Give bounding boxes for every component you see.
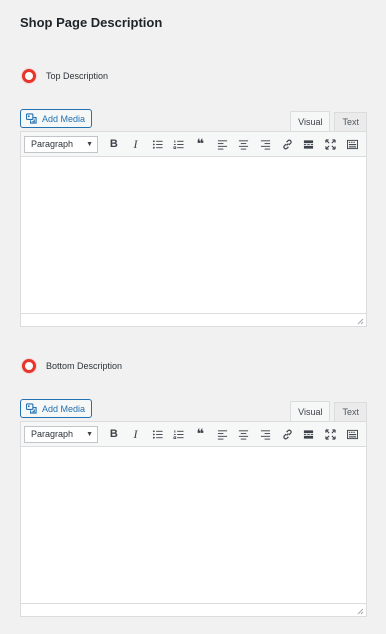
editor-tabs: Visual Text bbox=[290, 111, 367, 131]
page-title: Shop Page Description bbox=[20, 15, 163, 30]
editor-header: Add Media Visual Text bbox=[20, 109, 367, 131]
link-icon[interactable] bbox=[276, 424, 298, 444]
add-media-label: Add Media bbox=[42, 113, 86, 124]
bold-icon[interactable]: B bbox=[103, 424, 125, 444]
bottom-description-section: Bottom Description Add Media Visual Text… bbox=[20, 356, 367, 617]
top-description-toggle-row: Top Description bbox=[20, 66, 367, 86]
numbered-list-icon[interactable] bbox=[168, 134, 190, 154]
italic-icon[interactable]: I bbox=[125, 134, 147, 154]
align-left-icon[interactable] bbox=[211, 134, 233, 154]
tab-text[interactable]: Text bbox=[334, 112, 367, 131]
bullet-list-icon[interactable] bbox=[146, 424, 168, 444]
read-more-icon[interactable] bbox=[298, 424, 320, 444]
align-left-icon[interactable] bbox=[211, 424, 233, 444]
tab-text[interactable]: Text bbox=[334, 402, 367, 421]
align-center-icon[interactable] bbox=[233, 134, 255, 154]
toolbar-toggle-icon[interactable] bbox=[341, 424, 363, 444]
format-select[interactable]: Paragraph ▼ bbox=[24, 425, 99, 443]
read-more-icon[interactable] bbox=[298, 134, 320, 154]
align-right-icon[interactable] bbox=[255, 424, 277, 444]
bullet-list-icon[interactable] bbox=[146, 134, 168, 154]
top-description-section: Top Description Add Media Visual Text Pa… bbox=[20, 66, 367, 327]
italic-icon[interactable]: I bbox=[125, 424, 147, 444]
toolbar-toggle-icon[interactable] bbox=[341, 134, 363, 154]
rich-text-editor: Paragraph ▼ B I ❝ bbox=[20, 421, 367, 617]
top-description-toggle[interactable] bbox=[22, 69, 36, 83]
chevron-down-icon: ▼ bbox=[86, 430, 94, 438]
bold-icon[interactable]: B bbox=[103, 134, 125, 154]
blockquote-icon[interactable]: ❝ bbox=[190, 424, 212, 444]
top-description-label: Top Description bbox=[46, 71, 109, 81]
link-icon[interactable] bbox=[276, 134, 298, 154]
editor-content-area[interactable] bbox=[21, 447, 366, 603]
editor-tabs: Visual Text bbox=[290, 401, 367, 421]
add-media-label: Add Media bbox=[42, 403, 86, 414]
format-select-value: Paragraph bbox=[31, 429, 74, 439]
tab-visual[interactable]: Visual bbox=[290, 111, 331, 131]
format-select-value: Paragraph bbox=[31, 139, 74, 149]
numbered-list-icon[interactable] bbox=[168, 424, 190, 444]
tab-visual[interactable]: Visual bbox=[290, 401, 331, 421]
fullscreen-icon[interactable] bbox=[320, 424, 342, 444]
media-icon bbox=[26, 403, 37, 414]
align-right-icon[interactable] bbox=[255, 134, 277, 154]
add-media-button[interactable]: Add Media bbox=[20, 109, 93, 128]
editor-toolbar: Paragraph ▼ B I ❝ bbox=[21, 422, 366, 447]
chevron-down-icon: ▼ bbox=[86, 140, 94, 148]
editor-toolbar: Paragraph ▼ B I ❝ bbox=[21, 132, 366, 157]
bottom-description-toggle[interactable] bbox=[22, 359, 36, 373]
resize-handle-icon[interactable] bbox=[357, 608, 364, 615]
bottom-description-label: Bottom Description bbox=[46, 361, 123, 371]
media-icon bbox=[26, 113, 37, 124]
format-select[interactable]: Paragraph ▼ bbox=[24, 135, 99, 153]
fullscreen-icon[interactable] bbox=[320, 134, 342, 154]
rich-text-editor: Paragraph ▼ B I ❝ bbox=[20, 131, 367, 327]
editor-header: Add Media Visual Text bbox=[20, 399, 367, 421]
add-media-button[interactable]: Add Media bbox=[20, 399, 93, 418]
editor-statusbar bbox=[21, 313, 366, 326]
editor-content-area[interactable] bbox=[21, 157, 366, 313]
align-center-icon[interactable] bbox=[233, 424, 255, 444]
editor-statusbar bbox=[21, 603, 366, 616]
resize-handle-icon[interactable] bbox=[357, 318, 364, 325]
blockquote-icon[interactable]: ❝ bbox=[190, 134, 212, 154]
bottom-description-toggle-row: Bottom Description bbox=[20, 356, 367, 376]
